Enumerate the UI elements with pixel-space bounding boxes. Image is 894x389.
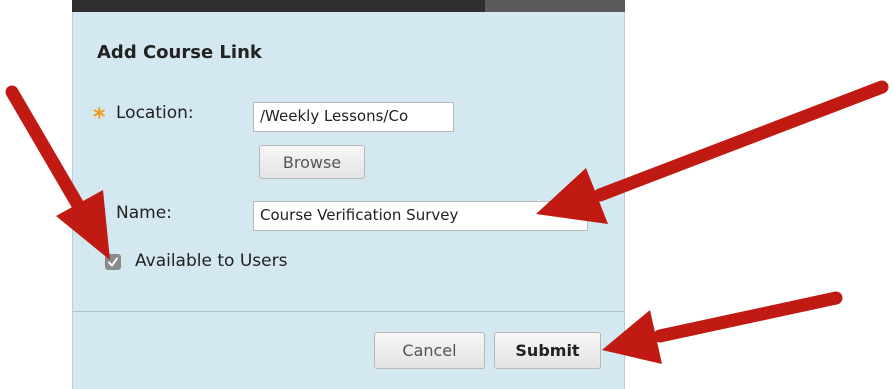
background-window-strip-right [485,0,625,12]
required-asterisk-icon: * [93,203,106,231]
add-course-link-dialog: Add Course Link * Location: /Weekly Less… [72,12,625,389]
location-label: Location: [116,103,194,123]
available-label: Available to Users [135,251,288,271]
available-checkbox[interactable] [105,254,121,270]
cancel-button[interactable]: Cancel [374,332,485,369]
location-field[interactable]: /Weekly Lessons/Co [253,102,454,132]
name-label: Name: [116,203,172,223]
submit-button[interactable]: Submit [494,332,601,369]
background-window-strip [72,0,625,12]
dialog-title: Add Course Link [97,42,262,63]
name-field[interactable]: Course Verification Survey [253,201,588,231]
required-asterisk-icon: * [93,103,106,131]
browse-button[interactable]: Browse [259,145,365,179]
dialog-footer-divider [73,311,624,312]
checkmark-icon [108,257,118,267]
red-arrow-icon [602,291,843,364]
